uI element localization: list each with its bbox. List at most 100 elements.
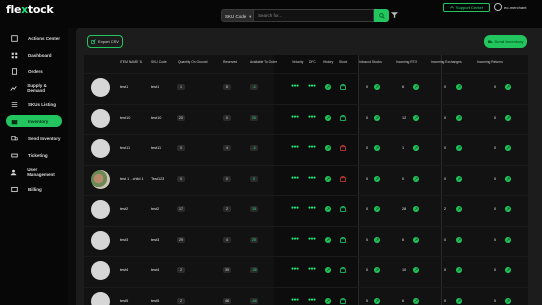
inbound-link-button[interactable] xyxy=(374,267,380,273)
th-item-name[interactable]: ITEM NAME ⇅ xyxy=(120,60,142,64)
inbound-link-button[interactable] xyxy=(374,297,380,304)
stock-bag-icon[interactable] xyxy=(340,297,346,304)
search-field-select[interactable]: SKU Code ▼ xyxy=(221,9,254,22)
support-center-button[interactable]: Support Center xyxy=(443,3,490,12)
item-name[interactable]: test5 xyxy=(120,299,128,303)
th-qty[interactable]: Quantity On Ground xyxy=(178,60,208,64)
th-velocity[interactable]: Velocity xyxy=(292,60,303,64)
item-name[interactable]: test11 xyxy=(120,146,130,150)
item-name[interactable]: test 1 - child 1 xyxy=(120,177,144,181)
returns-link-button[interactable] xyxy=(505,84,511,90)
exchanges-link-button[interactable] xyxy=(456,84,462,90)
table-row[interactable]: test 1 - child 1 Test123 0 0 0 ●●● ●●● 0 0 0 0 xyxy=(84,164,528,195)
table-row[interactable]: test1 test1 1 8 -4 ●●● ●●● 0 6 0 0 xyxy=(84,73,528,103)
stock-bag-icon[interactable] xyxy=(340,175,346,182)
rto-link-button[interactable] xyxy=(413,114,419,121)
rto-link-button[interactable] xyxy=(413,267,419,273)
inbound-link-button[interactable] xyxy=(374,145,380,151)
user-menu[interactable]: eo-merchant xyxy=(494,3,526,11)
product-thumbnail[interactable] xyxy=(91,78,110,97)
th-reserved[interactable]: Reserved xyxy=(223,60,237,64)
send-inventory-button[interactable]: Send Inventory xyxy=(484,35,527,48)
item-name[interactable]: test4 xyxy=(120,268,128,272)
item-name[interactable]: test3 xyxy=(120,238,128,242)
search-button[interactable] xyxy=(374,9,389,22)
history-button[interactable] xyxy=(325,84,331,90)
history-button[interactable] xyxy=(325,236,331,243)
app-logo[interactable]: flextock xyxy=(6,3,54,16)
exchanges-link-button[interactable] xyxy=(456,114,462,121)
history-button[interactable] xyxy=(325,267,331,273)
rto-link-button[interactable] xyxy=(413,145,419,151)
table-row[interactable]: test4 test4 2 39 -35 ●●● ●●● 0 10 0 0 xyxy=(84,256,528,286)
th-exchanges[interactable]: Incoming Exchanges xyxy=(431,60,462,64)
search-input[interactable]: Search for... xyxy=(254,9,374,22)
exchanges-link-button[interactable] xyxy=(456,175,462,182)
history-button[interactable] xyxy=(325,206,331,212)
history-button[interactable] xyxy=(325,297,331,304)
sidebar-item-inventory[interactable]: Inventory xyxy=(6,115,62,127)
exchanges-link-button[interactable] xyxy=(456,297,462,304)
th-sku[interactable]: SKU Code xyxy=(151,60,167,64)
stock-bag-icon[interactable] xyxy=(340,236,346,243)
stock-bag-icon[interactable] xyxy=(340,114,346,121)
filter-icon[interactable] xyxy=(391,12,398,18)
stock-bag-icon[interactable] xyxy=(340,145,346,151)
inbound-link-button[interactable] xyxy=(374,84,380,90)
stock-bag-icon[interactable] xyxy=(340,267,346,273)
rto-link-button[interactable] xyxy=(413,84,419,90)
returns-link-button[interactable] xyxy=(505,114,511,121)
returns-link-button[interactable] xyxy=(505,267,511,273)
sidebar-item-actions-center[interactable]: Actions Center xyxy=(6,32,62,44)
inbound-link-button[interactable] xyxy=(374,175,380,182)
sidebar-item-supply-demand[interactable]: Supply & Demand xyxy=(6,82,62,94)
history-button[interactable] xyxy=(325,175,331,182)
exchanges-link-button[interactable] xyxy=(456,145,462,151)
th-history[interactable]: History xyxy=(323,60,333,64)
product-thumbnail[interactable] xyxy=(91,261,110,280)
inbound-link-button[interactable] xyxy=(374,236,380,243)
rto-link-button[interactable] xyxy=(413,175,419,182)
table-row[interactable]: test11 test11 0 4 -4 ●●● ●●● 0 1 0 0 xyxy=(84,134,528,164)
rto-link-button[interactable] xyxy=(413,206,419,212)
th-stock[interactable]: Stock xyxy=(339,60,347,64)
th-dfc[interactable]: DFC xyxy=(309,60,316,64)
history-button[interactable] xyxy=(325,114,331,121)
table-row[interactable]: test10 test10 20 0 20 ●●● ●●● 0 12 0 0 xyxy=(84,103,528,134)
sidebar-item-user-management[interactable]: User Management xyxy=(6,166,62,178)
sidebar-item-ticketing[interactable]: Ticketing xyxy=(6,149,62,161)
returns-link-button[interactable] xyxy=(505,236,511,243)
history-button[interactable] xyxy=(325,145,331,151)
returns-link-button[interactable] xyxy=(505,297,511,304)
product-thumbnail[interactable] xyxy=(91,291,110,305)
rto-link-button[interactable] xyxy=(413,297,419,304)
exchanges-link-button[interactable] xyxy=(456,267,462,273)
sidebar-item-dashboard[interactable]: Dashboard xyxy=(6,49,62,61)
sidebar-item-orders[interactable]: Orders xyxy=(6,65,62,77)
th-rto[interactable]: Incoming RTO xyxy=(396,60,417,64)
th-available[interactable]: Available To Order xyxy=(250,60,277,64)
table-row[interactable]: test3 test3 29 4 25 ●●● ●●● 0 6 0 0 xyxy=(84,225,528,256)
exchanges-link-button[interactable] xyxy=(456,206,462,212)
item-name[interactable]: test10 xyxy=(120,116,130,120)
table-row[interactable]: test2 test2 17 2 15 ●●● ●●● 0 28 2 0 xyxy=(84,195,528,225)
returns-link-button[interactable] xyxy=(505,206,511,212)
item-name[interactable]: test2 xyxy=(120,207,128,211)
sidebar-item-send-inventory[interactable]: Send Inventory xyxy=(6,132,62,144)
product-thumbnail[interactable] xyxy=(91,230,110,250)
th-returns[interactable]: Incoming Returns xyxy=(477,60,503,64)
exchanges-link-button[interactable] xyxy=(456,236,462,243)
product-thumbnail[interactable] xyxy=(91,200,110,219)
item-name[interactable]: test1 xyxy=(120,85,128,89)
returns-link-button[interactable] xyxy=(505,145,511,151)
returns-link-button[interactable] xyxy=(505,175,511,182)
th-inbound[interactable]: Inbound Stocks xyxy=(359,60,382,64)
product-thumbnail[interactable] xyxy=(91,139,110,158)
rto-link-button[interactable] xyxy=(413,236,419,243)
sidebar-item-billing[interactable]: Billing xyxy=(6,183,62,195)
product-thumbnail[interactable] xyxy=(91,108,110,128)
stock-bag-icon[interactable] xyxy=(340,84,346,90)
inbound-link-button[interactable] xyxy=(374,206,380,212)
product-thumbnail[interactable] xyxy=(91,169,110,189)
inbound-link-button[interactable] xyxy=(374,114,380,121)
